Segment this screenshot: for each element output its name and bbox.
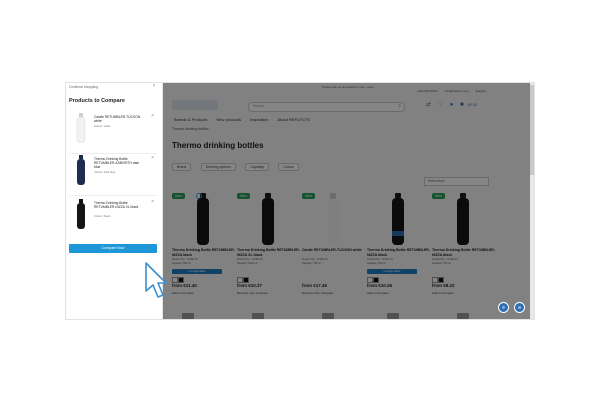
continue-shopping-link[interactable]: Continue shopping <box>69 85 98 89</box>
scrollbar[interactable] <box>530 83 534 319</box>
compare-item[interactable]: Thermo Drinking Bottle RETUMBLER-ASBVIRT… <box>69 155 157 196</box>
remove-icon[interactable]: × <box>151 113 154 119</box>
compare-item-color: Colour: dark blue <box>94 170 116 174</box>
compare-item-name[interactable]: Thermo Drinking Bottle RETUMBLER-NIZZA X… <box>94 201 146 209</box>
compare-item-color: Colour: black <box>94 214 111 218</box>
arrow-cursor-icon <box>145 262 167 298</box>
compare-item[interactable]: Thermo Drinking Bottle RETUMBLER-NIZZA X… <box>69 199 157 239</box>
compare-item[interactable]: Carafe RETUMBLER-TUCSON white Colour: wh… <box>69 113 157 154</box>
modal-overlay[interactable] <box>162 83 534 319</box>
bottle-thumbnail <box>77 199 85 229</box>
compare-drawer: Continue shopping › Products to Compare … <box>66 83 167 319</box>
remove-icon[interactable]: × <box>151 199 154 205</box>
compare-item-name[interactable]: Carafe RETUMBLER-TUCSON white <box>94 115 146 123</box>
chat-icon[interactable]: ✉ <box>514 302 525 313</box>
phone-icon[interactable]: ✆ <box>498 302 509 313</box>
bottle-thumbnail <box>76 113 86 143</box>
bottle-thumbnail <box>77 155 85 185</box>
remove-icon[interactable]: × <box>151 155 154 161</box>
scrollbar-thumb[interactable] <box>530 85 534 175</box>
compare-now-button[interactable]: Compare Now <box>69 244 157 253</box>
drawer-title: Products to Compare <box>69 98 125 104</box>
compare-item-name[interactable]: Thermo Drinking Bottle RETUMBLER-ASBVIRT… <box>94 157 146 170</box>
compare-item-color: Colour: white <box>94 124 111 128</box>
browser-viewport: Please ask us all questions free - open … <box>65 82 535 320</box>
chevron-right-icon[interactable]: › <box>153 83 155 89</box>
